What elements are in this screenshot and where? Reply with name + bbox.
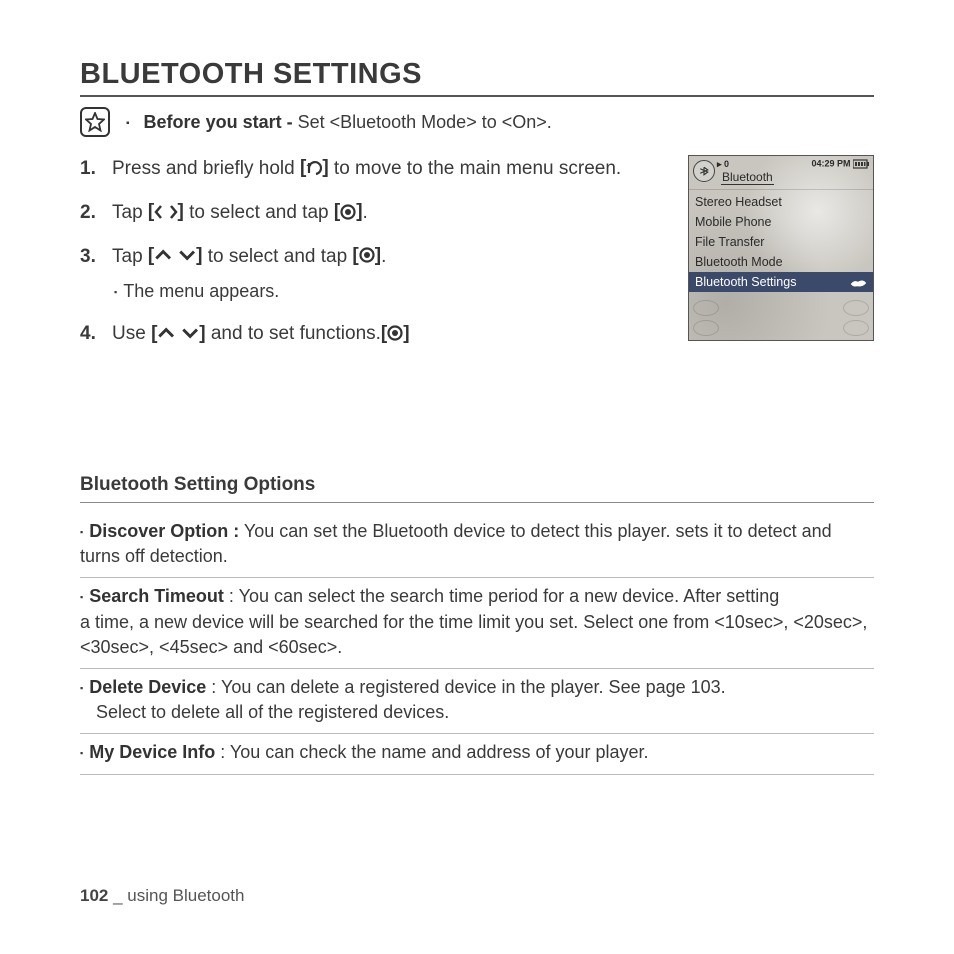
page-footer: 102 _ using Bluetooth — [80, 886, 244, 906]
lr-icon: [ ] — [148, 198, 184, 226]
star-icon — [80, 107, 110, 137]
steps-list: 1.Press and briefly hold [] to move to t… — [80, 155, 670, 364]
dot-icon: [] — [352, 242, 381, 270]
option-item: Search Timeout : You can select the sear… — [80, 578, 874, 669]
step-item: 2.Tap [ ] to select and tap []. — [80, 199, 670, 227]
back-icon: [] — [300, 154, 329, 182]
device-menu-item: Stereo Headset — [689, 192, 873, 212]
device-header: Bluetooth — [721, 170, 774, 185]
page-title: BLUETOOTH SETTINGS — [80, 58, 874, 97]
step-item: 4.Use [ ] and to set functions.[] — [80, 320, 670, 348]
option-item: Discover Option : You can set the Blueto… — [80, 513, 874, 578]
device-menu-item: Bluetooth Mode — [689, 252, 873, 272]
device-menu-list: Stereo HeadsetMobile PhoneFile TransferB… — [689, 190, 873, 294]
dot-icon: [] — [334, 198, 363, 226]
device-status-right: 04:29 PM — [811, 158, 869, 170]
prestart-text: Before you start - Set <Bluetooth Mode> … — [126, 112, 552, 133]
options-heading: Bluetooth Setting Options — [80, 474, 874, 503]
ud-icon: [ ] — [148, 242, 203, 270]
step-item: 3.Tap [ ] to select and tap [].The menu … — [80, 243, 670, 305]
option-item: Delete Device : You can delete a registe… — [80, 669, 874, 734]
ud-icon: [ ] — [151, 320, 206, 348]
option-item: My Device Info : You can check the name … — [80, 734, 874, 774]
device-status-left: ▸ 0 — [717, 159, 729, 170]
options-list: Discover Option : You can set the Blueto… — [80, 513, 874, 775]
step-item: 1.Press and briefly hold [] to move to t… — [80, 155, 670, 183]
device-menu-item: Mobile Phone — [689, 212, 873, 232]
dot-icon: [] — [381, 320, 410, 348]
bluetooth-icon — [693, 160, 715, 182]
device-menu-item: File Transfer — [689, 232, 873, 252]
device-screenshot: ▸ 0 04:29 PM Bluetooth Stereo HeadsetMob… — [688, 155, 874, 341]
step-subnote: The menu appears. — [114, 278, 670, 304]
device-menu-item: Bluetooth Settings — [689, 272, 873, 292]
device-footer-decor — [689, 294, 873, 340]
prestart-row: Before you start - Set <Bluetooth Mode> … — [80, 107, 874, 137]
hand-cursor-icon — [849, 276, 867, 288]
